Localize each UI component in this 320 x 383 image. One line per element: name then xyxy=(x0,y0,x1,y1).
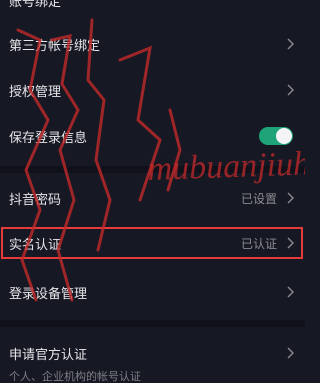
official-cert-subtext: 个人、企业机构的帐号认证 xyxy=(9,370,141,383)
chevron-right-icon xyxy=(285,192,295,204)
row-value: 已认证 xyxy=(240,236,277,251)
row-official-certification[interactable]: 申请官方认证 xyxy=(0,338,305,368)
row-value: 已设置 xyxy=(240,191,277,206)
chevron-right-icon xyxy=(285,237,295,249)
account-security-screen: 账号绑定 第三方帐号绑定 授权管理 保存登录信息 抖音密码 已设置 实名认证 已… xyxy=(0,0,305,383)
row-label: 保存登录信息 xyxy=(9,130,88,146)
row-third-party-binding[interactable]: 第三方帐号绑定 xyxy=(0,28,305,60)
chevron-right-icon xyxy=(285,38,295,50)
section-divider xyxy=(0,166,305,173)
row-label: 授权管理 xyxy=(9,84,62,100)
row-authorization[interactable]: 授权管理 xyxy=(0,74,305,106)
row-douyin-password[interactable]: 抖音密码 已设置 xyxy=(0,182,305,214)
save-login-toggle[interactable] xyxy=(259,127,293,145)
chevron-right-icon xyxy=(285,286,295,298)
row-label: 第三方帐号绑定 xyxy=(9,38,101,54)
row-label: 抖音密码 xyxy=(9,192,62,208)
row-real-name-verification[interactable]: 实名认证 已认证 xyxy=(0,228,305,258)
chevron-right-icon xyxy=(285,347,295,359)
row-label: 实名认证 xyxy=(9,237,62,253)
row-save-login-info: 保存登录信息 xyxy=(0,120,305,152)
row-login-device-management[interactable]: 登录设备管理 xyxy=(0,276,305,308)
partial-row-label: 账号绑定 xyxy=(9,0,62,10)
row-label: 登录设备管理 xyxy=(9,286,88,302)
row-label: 申请官方认证 xyxy=(9,347,88,363)
chevron-right-icon xyxy=(285,84,295,96)
toggle-knob xyxy=(276,128,292,144)
section-divider xyxy=(0,320,305,327)
